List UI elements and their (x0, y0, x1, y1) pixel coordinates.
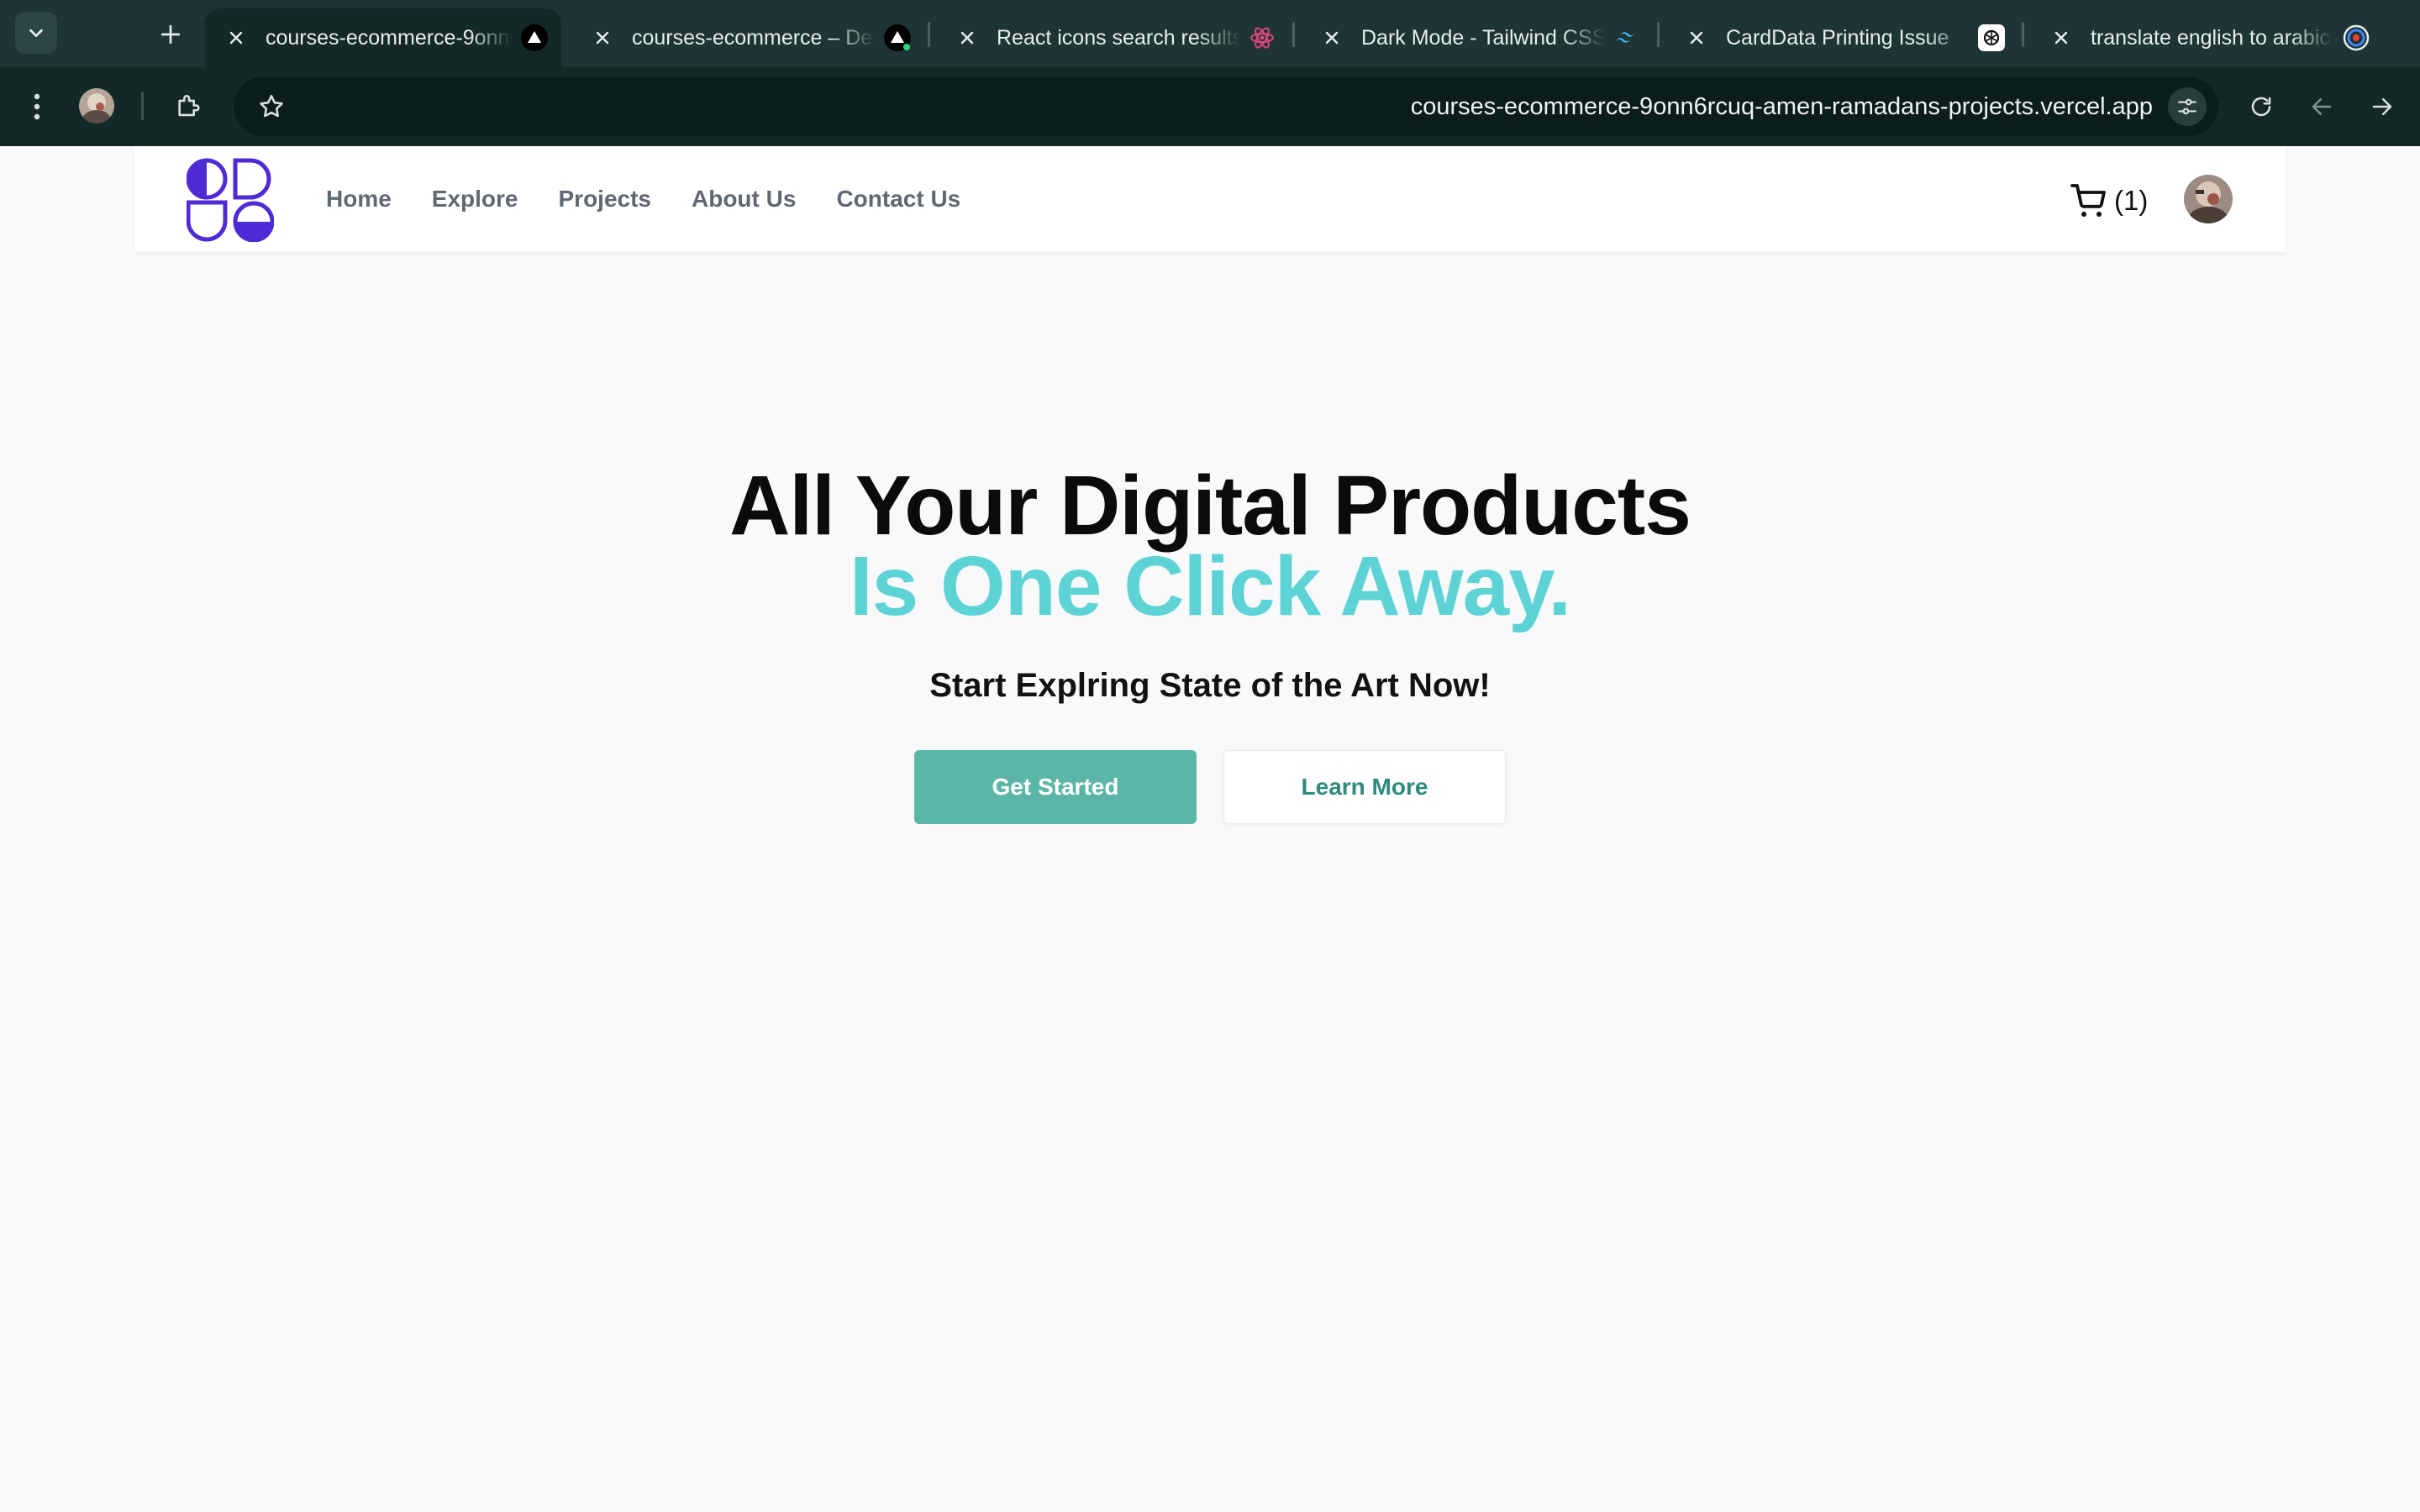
browser-tab[interactable]: Dark Mode - Tailwind CSS (1301, 8, 1654, 67)
hero-buttons: Get Started Learn More (0, 750, 2420, 824)
user-avatar[interactable] (2184, 175, 2233, 223)
hero-title-line1: All Your Digital Products (729, 459, 1691, 553)
tab-search-button[interactable] (15, 12, 57, 54)
browser-tab[interactable]: courses-ecommerce-9onn6rcuq (205, 8, 561, 67)
bookmark-star-icon[interactable] (250, 86, 292, 128)
google-icon (2343, 24, 2370, 51)
tab-separator (928, 22, 930, 47)
tab-title: translate english to arabic (2091, 25, 2330, 50)
browser-tab-bar: courses-ecommerce-9onn6rcuq courses-ecom… (0, 0, 2420, 67)
extensions-puzzle-icon[interactable] (168, 86, 210, 128)
back-arrow-icon[interactable] (2301, 86, 2343, 128)
nav-link-projects[interactable]: Projects (559, 186, 652, 213)
react-atom-icon (1249, 24, 1276, 51)
browser-tab[interactable]: CardData Printing Issue (1665, 8, 2018, 67)
cart-count: (1) (2114, 185, 2149, 216)
browser-tab[interactable]: translate english to arabic (2030, 8, 2383, 67)
brand-logo[interactable] (187, 158, 274, 242)
nav-link-contact-us[interactable]: Contact Us (836, 186, 960, 213)
openai-icon (1978, 24, 2005, 51)
site-header: Home Explore Projects About Us Contact U… (134, 146, 2286, 252)
hero-section: All Your Digital Products Is One Click A… (0, 459, 2420, 824)
new-tab-button[interactable] (151, 15, 190, 54)
close-icon[interactable] (224, 25, 249, 50)
plus-icon (160, 24, 181, 45)
menu-kebab-icon[interactable] (16, 86, 58, 128)
site-settings-icon[interactable] (2168, 87, 2207, 126)
forward-arrow-icon[interactable] (2361, 86, 2403, 128)
close-icon[interactable] (1684, 25, 1709, 50)
tab-separator (1657, 22, 1660, 47)
vercel-triangle-icon (884, 24, 911, 51)
hero-title: All Your Digital Products Is One Click A… (0, 459, 2420, 633)
tab-separator (1292, 22, 1295, 47)
close-icon[interactable] (955, 25, 980, 50)
close-icon[interactable] (1319, 25, 1344, 50)
close-icon[interactable] (590, 25, 615, 50)
reload-icon[interactable] (2240, 86, 2282, 128)
nav-link-explore[interactable]: Explore (432, 186, 518, 213)
get-started-button[interactable]: Get Started (914, 750, 1197, 824)
address-bar[interactable]: courses-ecommerce-9onn6rcuq-amen-ramadan… (234, 77, 2218, 136)
tab-title: CardData Printing Issue (1726, 25, 1949, 50)
shopping-cart-icon (2070, 184, 2106, 217)
close-icon[interactable] (2049, 25, 2074, 50)
learn-more-button[interactable]: Learn More (1223, 750, 1506, 824)
hero-subtitle: Start Explring State of the Art Now! (929, 667, 1491, 704)
nav-link-home[interactable]: Home (326, 186, 392, 213)
tab-separator (2022, 22, 2024, 47)
toolbar-divider (141, 92, 144, 120)
page-body: Home Explore Projects About Us Contact U… (0, 146, 2420, 1512)
cart-button[interactable]: (1) (2069, 180, 2148, 222)
profile-avatar[interactable] (79, 88, 114, 123)
main-nav: Home Explore Projects About Us Contact U… (326, 146, 960, 252)
tab-title: Dark Mode - Tailwind CSS (1361, 25, 1605, 50)
tab-title: courses-ecommerce – Deployment (632, 25, 876, 50)
browser-tab[interactable]: courses-ecommerce – Deployment (571, 8, 924, 67)
url-text[interactable]: courses-ecommerce-9onn6rcuq-amen-ramadan… (1411, 77, 2153, 136)
hero-title-line2: Is One Click Away. (849, 539, 1571, 633)
chevron-down-icon (29, 29, 43, 38)
tab-title: React icons search results (997, 25, 1240, 50)
tailwind-icon (1613, 24, 1640, 51)
tab-title: courses-ecommerce-9onn6rcuq (266, 25, 513, 50)
browser-tab[interactable]: React icons search results (936, 8, 1289, 67)
vercel-triangle-icon (521, 24, 548, 51)
nav-link-about-us[interactable]: About Us (692, 186, 796, 213)
